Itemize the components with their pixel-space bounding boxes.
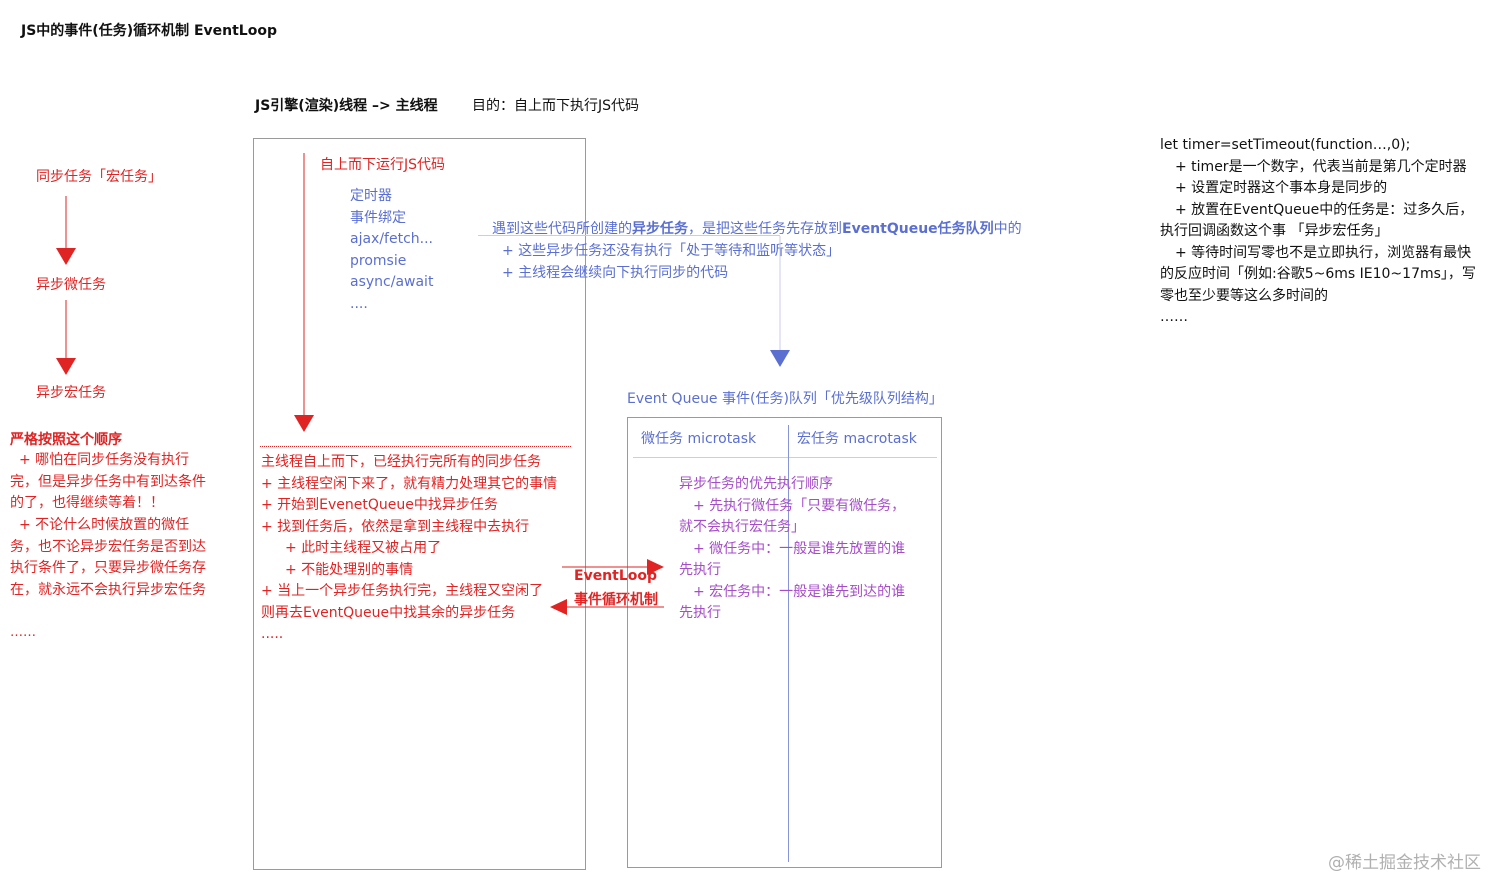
connector-arrows <box>56 153 790 615</box>
arrow-right-icon <box>647 559 664 575</box>
arrow-down-icon <box>56 358 76 375</box>
arrow-down-icon <box>294 415 314 432</box>
arrow-left-icon <box>550 599 567 615</box>
arrow-down-icon <box>770 350 790 367</box>
arrow-down-icon <box>56 248 76 265</box>
